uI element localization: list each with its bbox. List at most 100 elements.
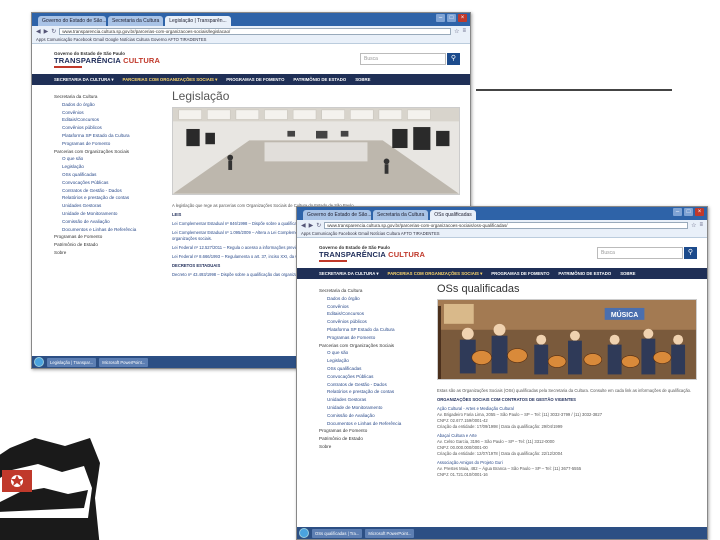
sidebar-item[interactable]: Patrimônio de Estado (319, 435, 419, 443)
bookmarks-bar[interactable]: Apps Comunicação Facebook Gmail Google N… (32, 36, 470, 44)
forward-arrow-icon[interactable]: ▶ (44, 28, 49, 35)
sidebar-item[interactable]: Documentos e Linhas de Referência (319, 420, 419, 428)
sidebar-item[interactable]: Legislação (319, 357, 419, 365)
search-icon[interactable]: ⚲ (447, 53, 460, 65)
menu-item-patrimonio[interactable]: PATRIMÔNIO DE ESTADO (293, 77, 346, 82)
sidebar-item[interactable]: Convênios públicos (319, 318, 419, 326)
menu-icon[interactable]: ≡ (699, 222, 703, 228)
sidebar-item[interactable]: Editais/Concursos (54, 116, 154, 124)
sidebar-item[interactable]: Convocações Públicas (54, 179, 154, 187)
photo-tag: MÚSICA (611, 310, 638, 319)
sidebar-item[interactable]: Contratos de Gestão - Dados (319, 381, 419, 389)
menu-item-secretaria[interactable]: SECRETARIA DA CULTURA ▾ (54, 77, 114, 83)
sidebar-nav: Secretaria da Cultura Dados do órgão Convê… (319, 287, 419, 451)
close-icon[interactable]: × (695, 208, 704, 216)
taskbar-item[interactable]: Microsoft PowerPoint... (365, 528, 415, 538)
bookmarks-bar[interactable]: Apps Comunicação Facebook Gmail Notícias… (297, 230, 707, 238)
org-detail-line: CNPJ: 01.721.010/0001-16 (437, 472, 488, 478)
browser-tab-active[interactable]: OSs qualificadas (430, 210, 476, 220)
maximize-icon[interactable]: □ (447, 14, 456, 22)
sidebar-item[interactable]: Contratos de Gestão - Dados (54, 187, 154, 195)
sidebar-item[interactable]: Parcerias com Organizações Sociais (319, 342, 419, 350)
sidebar-item[interactable]: Programas de Fomento (54, 233, 154, 241)
menu-item-sobre[interactable]: SOBRE (355, 77, 370, 82)
menu-item-parcerias[interactable]: PARCERIAS COM ORGANIZAÇÕES SOCIAIS ▾ (388, 271, 483, 277)
sidebar-item[interactable]: Relatórios e prestação de contas (319, 388, 419, 396)
search-input[interactable]: Busca (597, 247, 683, 259)
close-icon[interactable]: × (458, 14, 467, 22)
menu-item-fomento[interactable]: PROGRAMAS DE FOMENTO (491, 271, 549, 276)
sidebar-item[interactable]: Comissão de Avaliação (54, 218, 154, 226)
taskbar-item[interactable]: Microsoft PowerPoint... (99, 357, 149, 367)
reload-icon[interactable]: ↻ (51, 28, 56, 35)
menu-item-parcerias[interactable]: PARCERIAS COM ORGANIZAÇÕES SOCIAIS ▾ (123, 77, 218, 83)
start-button-icon[interactable] (299, 528, 309, 538)
sidebar-item[interactable]: Programas de Fomento (319, 334, 419, 342)
site-main-menu: SECRETARIA DA CULTURA ▾ PARCERIAS COM OR… (297, 268, 707, 279)
site-logo[interactable]: Governo do Estado de São Paulo TRANSPARÊ… (54, 51, 160, 68)
taskbar-item[interactable]: Legislação | Transpar... (47, 357, 97, 367)
taskbar-item[interactable]: OSs qualificadas | Tra... (312, 528, 363, 538)
sao-paulo-flag-map-icon (0, 438, 100, 540)
sidebar-item[interactable]: Comissão de Avaliação (319, 412, 419, 420)
logo-underline (54, 65, 82, 68)
sidebar-item[interactable]: OSs qualificadas (319, 365, 419, 373)
sidebar-item[interactable]: Convocações Públicas (319, 373, 419, 381)
search-input[interactable]: Busca (360, 53, 446, 65)
menu-item-patrimonio[interactable]: PATRIMÔNIO DE ESTADO (558, 271, 611, 276)
url-input[interactable]: www.transparencia.cultura.sp.gov.br/parc… (59, 27, 452, 35)
maximize-icon[interactable]: □ (684, 208, 693, 216)
sidebar-item[interactable]: Relatórios e prestação de contas (54, 194, 154, 202)
sidebar-item[interactable]: Editais/Concursos (319, 310, 419, 318)
slide-divider-line (476, 89, 672, 91)
url-input[interactable]: www.transparencia.cultura.sp.gov.br/parc… (324, 221, 689, 229)
browser-tab[interactable]: Secretaria da Cultura (373, 210, 429, 220)
back-arrow-icon[interactable]: ◀ (36, 28, 41, 35)
sidebar-item[interactable]: Secretaria da Cultura (319, 287, 419, 295)
sidebar-item[interactable]: Parcerias com Organizações Sociais (54, 148, 154, 156)
sidebar-item[interactable]: OSs qualificadas (54, 171, 154, 179)
browser-tabbar: Governo do Estado de São... Secretaria d… (297, 207, 707, 220)
sidebar-item[interactable]: Plataforma SP Estado da Cultura (319, 326, 419, 334)
sidebar-item[interactable]: O que são (54, 155, 154, 163)
sidebar-item[interactable]: Programas de Fomento (54, 140, 154, 148)
reload-icon[interactable]: ↻ (316, 222, 321, 229)
menu-item-secretaria[interactable]: SECRETARIA DA CULTURA ▾ (319, 271, 379, 277)
browser-window-oss-qualificadas[interactable]: Governo do Estado de São... Secretaria d… (296, 206, 708, 540)
sidebar-item[interactable]: Legislação (54, 163, 154, 171)
sidebar-item[interactable]: Documentos e Linhas de Referência (54, 226, 154, 234)
music-class-photo: MÚSICA (437, 299, 697, 381)
sidebar-item[interactable]: Dados do órgão (54, 101, 154, 109)
menu-item-fomento[interactable]: PROGRAMAS DE FOMENTO (226, 77, 284, 82)
sidebar-item[interactable]: Unidade de Monitoramento (54, 210, 154, 218)
sidebar-item[interactable]: Unidades Gestoras (319, 396, 419, 404)
menu-icon[interactable]: ≡ (462, 28, 466, 34)
star-icon[interactable]: ☆ (691, 222, 696, 229)
browser-tab-active[interactable]: Legislação | Transparên... (165, 16, 231, 26)
sidebar-item[interactable]: Sobre (319, 443, 419, 451)
sidebar-item[interactable]: Secretaria da Cultura (54, 93, 154, 101)
minimize-icon[interactable]: – (436, 14, 445, 22)
forward-arrow-icon[interactable]: ▶ (309, 222, 314, 229)
sidebar-item[interactable]: Programas de Fomento (319, 427, 419, 435)
sidebar-item[interactable]: Plataforma SP Estado da Cultura (54, 132, 154, 140)
start-button-icon[interactable] (34, 357, 44, 367)
star-icon[interactable]: ☆ (454, 28, 459, 35)
sidebar-item[interactable]: Dados do órgão (319, 295, 419, 303)
sidebar-item[interactable]: Unidade de Monitoramento (319, 404, 419, 412)
search-icon[interactable]: ⚲ (684, 247, 697, 259)
sidebar-item[interactable]: Sobre (54, 249, 154, 257)
minimize-icon[interactable]: – (673, 208, 682, 216)
browser-tab[interactable]: Governo do Estado de São... (303, 210, 371, 220)
menu-item-sobre[interactable]: SOBRE (620, 271, 635, 276)
back-arrow-icon[interactable]: ◀ (301, 222, 306, 229)
sidebar-item[interactable]: Convênios (54, 109, 154, 117)
browser-tab[interactable]: Secretaria da Cultura (108, 16, 164, 26)
sidebar-item[interactable]: Convênios (319, 303, 419, 311)
sidebar-item[interactable]: Unidades Gestoras (54, 202, 154, 210)
sidebar-item[interactable]: Convênios públicos (54, 124, 154, 132)
site-logo[interactable]: Governo do Estado de São Paulo TRANSPARÊ… (319, 245, 425, 262)
sidebar-item[interactable]: O que são (319, 349, 419, 357)
browser-tab[interactable]: Governo do Estado de São... (38, 16, 106, 26)
sidebar-item[interactable]: Patrimônio de Estado (54, 241, 154, 249)
